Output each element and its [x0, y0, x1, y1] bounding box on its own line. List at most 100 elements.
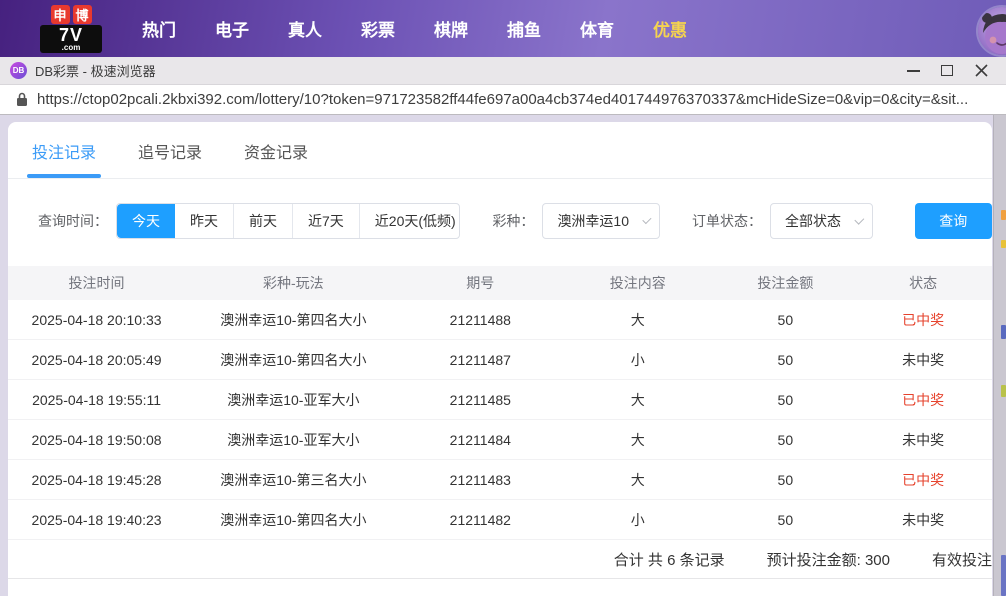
page-edge-fragment [1001, 555, 1006, 596]
tab-bet-records[interactable]: 投注记录 [32, 139, 96, 178]
table-body: 2025-04-18 20:10:33澳洲幸运10-第四名大小21211488大… [8, 300, 992, 540]
page-edge-fragment [1001, 385, 1006, 397]
cell-amount: 50 [716, 392, 854, 408]
table-row: 2025-04-18 19:50:08澳洲幸运10-亚军大小21211484大5… [8, 420, 992, 460]
url-text: https://ctop02pcali.2kbxi392.com/lottery… [37, 91, 968, 108]
logo-7v-text: 7V [59, 26, 83, 44]
cell-period: 21211485 [402, 392, 559, 408]
cell-amount: 50 [716, 512, 854, 528]
cell-content: 小 [559, 510, 716, 530]
summary-total: 合计 共 6 条记录 [614, 549, 725, 570]
nav-item[interactable]: 彩票 [361, 16, 395, 41]
cell-game: 澳洲幸运10-亚军大小 [185, 430, 401, 450]
order-status-label: 订单状态： [692, 211, 762, 231]
browser-urlbar[interactable]: https://ctop02pcali.2kbxi392.com/lottery… [0, 85, 1006, 115]
close-icon[interactable] [964, 58, 998, 84]
site-logo[interactable]: 申 博 7V .com [40, 5, 102, 53]
table-header: 投注时间彩种-玩法期号投注内容投注金额状态 [8, 266, 992, 300]
cell-content: 大 [559, 310, 716, 330]
avatar-image [978, 7, 1006, 55]
logo-badge: 申 [51, 5, 70, 24]
cell-status: 未中奖 [854, 510, 992, 530]
browser-titlebar: DB DB彩票 - 极速浏览器 [0, 57, 1006, 85]
nav-item[interactable]: 优惠 [653, 16, 687, 41]
cell-status: 已中奖 [854, 390, 992, 410]
cell-amount: 50 [716, 352, 854, 368]
cell-period: 21211483 [402, 472, 559, 488]
site-header: 申 博 7V .com 热门 电子 真人 彩票 棋牌 捕鱼 体育 优惠 [0, 0, 1006, 57]
chevron-down-icon [642, 215, 651, 224]
cell-game: 澳洲幸运10-第四名大小 [185, 350, 401, 370]
cell-amount: 50 [716, 312, 854, 328]
table-row: 2025-04-18 19:40:23澳洲幸运10-第四名大小21211482小… [8, 500, 992, 540]
order-status-select[interactable]: 全部状态 [770, 203, 873, 239]
summary-expected: 预计投注金额: 300 [767, 549, 890, 570]
table-summary: 合计 共 6 条记录 预计投注金额: 300 有效投注金额 [8, 540, 992, 579]
nav-item[interactable]: 体育 [580, 16, 614, 41]
page-edge-fragment [1001, 210, 1006, 220]
cell-content: 大 [559, 430, 716, 450]
cell-time: 2025-04-18 19:50:08 [8, 432, 185, 448]
page-content: 投注记录 追号记录 资金记录 查询时间： 今天昨天前天近7天近20天(低频) 彩种：… [0, 115, 1006, 596]
time-option[interactable]: 今天 [117, 204, 175, 238]
table-row: 2025-04-18 20:05:49澳洲幸运10-第四名大小21211487小… [8, 340, 992, 380]
main-nav: 热门 电子 真人 彩票 棋牌 捕鱼 体育 优惠 [142, 16, 687, 41]
summary-valid: 有效投注金额 [932, 549, 992, 570]
time-option[interactable]: 前天 [233, 204, 292, 238]
cell-period: 21211487 [402, 352, 559, 368]
cell-game: 澳洲幸运10-第四名大小 [185, 510, 401, 530]
chevron-down-icon [854, 215, 864, 225]
cell-period: 21211482 [402, 512, 559, 528]
cell-content: 大 [559, 390, 716, 410]
logo-wordmark: 7V .com [40, 25, 102, 53]
cell-amount: 50 [716, 432, 854, 448]
cell-period: 21211488 [402, 312, 559, 328]
nav-item[interactable]: 真人 [288, 16, 322, 41]
cell-period: 21211484 [402, 432, 559, 448]
cell-status: 已中奖 [854, 310, 992, 330]
cell-content: 大 [559, 470, 716, 490]
tab-fund-records[interactable]: 资金记录 [244, 139, 308, 178]
column-header: 期号 [402, 273, 559, 293]
window-title: DB彩票 - 极速浏览器 [35, 61, 156, 80]
cell-amount: 50 [716, 472, 854, 488]
window-controls [896, 58, 998, 84]
nav-item[interactable]: 电子 [215, 16, 249, 41]
column-header: 投注时间 [8, 273, 185, 293]
lock-icon [16, 92, 28, 107]
cell-game: 澳洲幸运10-亚军大小 [185, 390, 401, 410]
column-header: 投注金额 [716, 273, 854, 293]
cell-time: 2025-04-18 20:10:33 [8, 312, 185, 328]
cell-game: 澳洲幸运10-第三名大小 [185, 470, 401, 490]
tab-chase-records[interactable]: 追号记录 [138, 139, 202, 178]
user-avatar[interactable] [978, 7, 1006, 55]
logo-com-text: .com [62, 44, 81, 52]
nav-item[interactable]: 热门 [142, 16, 176, 41]
nav-item[interactable]: 棋牌 [434, 16, 468, 41]
nav-item[interactable]: 捕鱼 [507, 16, 541, 41]
cell-game: 澳洲幸运10-第四名大小 [185, 310, 401, 330]
time-option[interactable]: 近20天(低频) [359, 204, 461, 238]
time-option[interactable]: 近7天 [292, 204, 359, 238]
time-option[interactable]: 昨天 [175, 204, 233, 238]
minimize-icon[interactable] [896, 58, 930, 84]
cell-time: 2025-04-18 19:45:28 [8, 472, 185, 488]
scrollbar[interactable] [993, 115, 1006, 596]
table-row: 2025-04-18 19:45:28澳洲幸运10-第三名大小21211483大… [8, 460, 992, 500]
cell-time: 2025-04-18 20:05:49 [8, 352, 185, 368]
table-row: 2025-04-18 19:55:11澳洲幸运10-亚军大小21211485大5… [8, 380, 992, 420]
lottery-filter-label: 彩种： [492, 211, 534, 231]
search-button[interactable]: 查询 [915, 203, 992, 239]
time-filter-group: 今天昨天前天近7天近20天(低频) [116, 203, 460, 239]
lottery-select[interactable]: 澳洲幸运10 [542, 203, 660, 239]
maximize-icon[interactable] [930, 58, 964, 84]
logo-badge: 博 [73, 5, 92, 24]
cell-content: 小 [559, 350, 716, 370]
cell-status: 已中奖 [854, 470, 992, 490]
column-header: 投注内容 [559, 273, 716, 293]
filter-bar: 查询时间： 今天昨天前天近7天近20天(低频) 彩种： 澳洲幸运10 订单状态：… [8, 179, 992, 265]
logo-badges: 申 博 [51, 5, 92, 24]
page-edge-fragment [1001, 240, 1006, 248]
lottery-select-value: 澳洲幸运10 [557, 211, 629, 231]
column-header: 彩种-玩法 [185, 273, 401, 293]
